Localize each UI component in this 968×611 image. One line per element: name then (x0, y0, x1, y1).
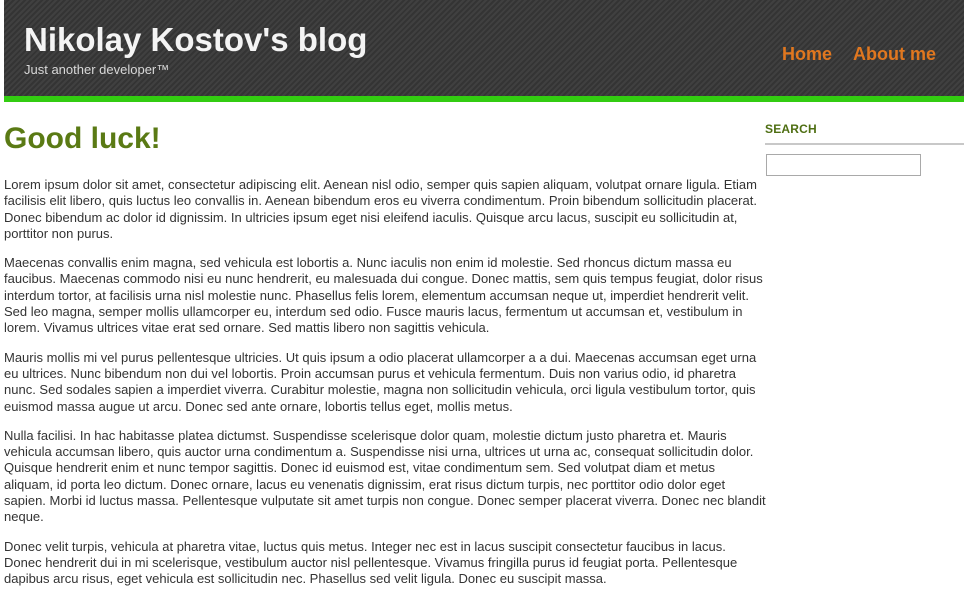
post-body: Lorem ipsum dolor sit amet, consectetur … (4, 177, 766, 588)
post-paragraph: Mauris mollis mi vel purus pellentesque … (4, 349, 757, 414)
site-header: Nikolay Kostov's blog Just another devel… (4, 0, 964, 96)
search-input[interactable] (766, 154, 921, 176)
header-accent-bar (4, 96, 964, 102)
nav-link-home[interactable]: Home (782, 44, 832, 65)
post-paragraph: Donec velit turpis, vehicula at pharetra… (4, 538, 738, 587)
nav-link-about-me[interactable]: About me (853, 44, 936, 65)
post-title[interactable]: Good luck! (4, 118, 766, 160)
post-paragraph: Maecenas convallis enim magna, sed vehic… (4, 255, 763, 336)
site-title[interactable]: Nikolay Kostov's blog (24, 20, 367, 60)
search-widget-title: SEARCH (765, 122, 964, 145)
post-paragraph: Nulla facilisi. In hac habitasse platea … (4, 427, 766, 525)
site-tagline: Just another developer™ (24, 62, 170, 77)
main-content: Good luck! Lorem ipsum dolor sit amet, c… (4, 118, 766, 601)
sidebar: SEARCH (765, 122, 964, 176)
main-navigation: Home About me (782, 44, 936, 65)
post-paragraph: Lorem ipsum dolor sit amet, consectetur … (4, 177, 757, 241)
